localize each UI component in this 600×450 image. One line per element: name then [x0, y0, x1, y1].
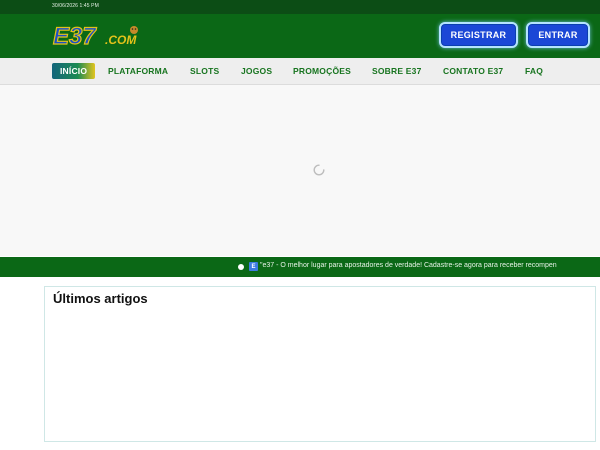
main-navigation: INÍCIO PLATAFORMA SLOTS JOGOS PROMOÇÕES …	[0, 58, 600, 85]
nav-item-faq[interactable]: FAQ	[525, 63, 543, 79]
login-button[interactable]: ENTRAR	[526, 22, 590, 48]
nav-item-jogos[interactable]: JOGOS	[241, 63, 272, 79]
ticker-message: "e37 - O melhor lugar para apostadores d…	[260, 262, 557, 269]
svg-text:.COM: .COM	[105, 33, 137, 47]
register-button[interactable]: REGISTRAR	[439, 22, 518, 48]
latest-articles-panel: Últimos artigos	[44, 286, 596, 442]
nav-item-inicio[interactable]: INÍCIO	[52, 63, 96, 79]
timestamp: 30/06/2026 1:45 PM	[52, 3, 99, 9]
nav-item-slots[interactable]: SLOTS	[190, 63, 219, 79]
svg-text:E37: E37	[53, 23, 97, 49]
site-logo[interactable]: E37 .COM	[52, 23, 150, 49]
site-header: E37 .COM REGISTRAR ENTRAR	[0, 14, 600, 58]
nav-item-promocoes[interactable]: PROMOÇÕES	[293, 63, 351, 79]
nav-item-sobre[interactable]: SOBRE E37	[372, 63, 422, 79]
loading-spinner-icon	[313, 164, 325, 176]
banner-placeholder	[0, 85, 600, 256]
latest-articles-title: Últimos artigos	[53, 291, 148, 306]
ticker-dot-icon	[238, 264, 244, 270]
top-status-bar: 30/06/2026 1:45 PM	[0, 0, 600, 14]
announcement-ticker: E "e37 - O melhor lugar para apostadores…	[0, 257, 600, 277]
nav-item-contato[interactable]: CONTATO E37	[443, 63, 503, 79]
nav-item-plataforma[interactable]: PLATAFORMA	[108, 63, 168, 79]
ticker-badge-icon: E	[249, 262, 258, 271]
